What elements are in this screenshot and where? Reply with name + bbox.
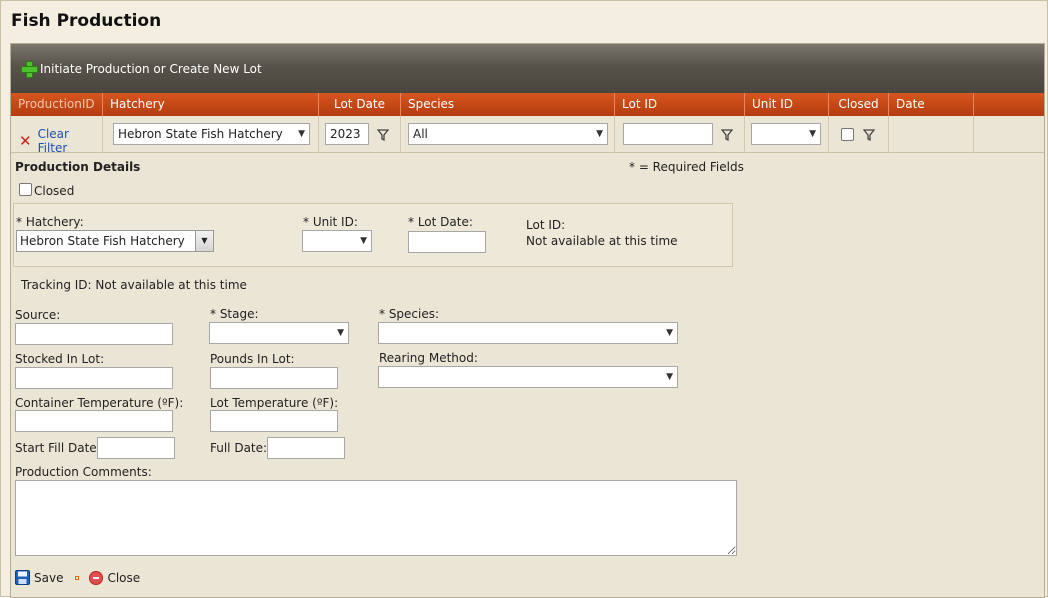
stage-label: * Stage: bbox=[210, 307, 259, 321]
unit-id-select[interactable]: ▼ bbox=[302, 230, 372, 252]
closed-label: Closed bbox=[34, 184, 75, 198]
column-header-hatchery[interactable]: Hatchery bbox=[103, 93, 319, 116]
filter-funnel-icon[interactable] bbox=[721, 129, 733, 141]
lot-id-filter-input[interactable] bbox=[623, 123, 713, 145]
plus-icon bbox=[21, 61, 38, 78]
column-header-species[interactable]: Species bbox=[401, 93, 615, 116]
separator-icon bbox=[75, 575, 80, 580]
column-header-row: ProductionID Hatchery Lot Date Species L… bbox=[11, 93, 1044, 134]
species-select[interactable]: ▼ bbox=[378, 322, 678, 344]
source-input[interactable] bbox=[15, 323, 173, 345]
initiate-production-label: Initiate Production or Create New Lot bbox=[40, 61, 262, 76]
column-header-date-created[interactable]: Date Created bbox=[889, 93, 974, 134]
required-fields-note: * = Required Fields bbox=[629, 160, 744, 174]
details-key-box: * Hatchery: Hebron State Fish Hatchery ▼… bbox=[13, 203, 733, 267]
column-header-lot-date[interactable]: Lot Date bbox=[319, 93, 401, 116]
filter-row: ✕ Clear Filter Hebron State Fish Hatcher… bbox=[11, 116, 1044, 155]
column-header-closed[interactable]: Closed bbox=[829, 93, 889, 116]
stocked-in-lot-label: Stocked In Lot: bbox=[15, 352, 105, 366]
container-temperature-label: Container Temperature (ºF): bbox=[15, 396, 184, 410]
stage-select[interactable]: ▼ bbox=[209, 322, 349, 344]
close-x-icon: ✕ bbox=[19, 132, 32, 150]
chevron-down-icon: ▼ bbox=[809, 129, 816, 139]
production-grid: Initiate Production or Create New Lot Pr… bbox=[10, 43, 1045, 598]
unit-id-label: * Unit ID: bbox=[303, 215, 358, 229]
species-filter-value: All bbox=[413, 127, 428, 141]
chevron-down-icon[interactable]: ▼ bbox=[195, 231, 213, 251]
start-fill-date-label: Start Fill Date: bbox=[15, 441, 101, 455]
filter-cell-hatchery: Hebron State Fish Hatchery ▼ bbox=[103, 116, 319, 153]
hatchery-select[interactable]: Hebron State Fish Hatchery ▼ bbox=[16, 230, 214, 252]
lot-date-input[interactable] bbox=[408, 231, 486, 253]
page-title: Fish Production bbox=[11, 11, 162, 31]
tracking-id: Tracking ID: Not available at this time bbox=[21, 278, 247, 292]
rearing-method-select[interactable]: ▼ bbox=[378, 366, 678, 388]
filter-cell-lot-id bbox=[615, 116, 745, 153]
form-actions: Save Close bbox=[15, 570, 140, 585]
production-comments-label: Production Comments: bbox=[15, 465, 152, 479]
hatchery-select-value: Hebron State Fish Hatchery bbox=[20, 234, 185, 248]
save-label: Save bbox=[34, 570, 64, 585]
hatchery-filter-value: Hebron State Fish Hatchery bbox=[118, 127, 283, 141]
unit-id-filter-select[interactable]: ▼ bbox=[751, 123, 821, 145]
start-fill-date-input[interactable] bbox=[97, 437, 175, 459]
pounds-in-lot-input[interactable] bbox=[210, 367, 338, 389]
rearing-method-label: Rearing Method: bbox=[379, 351, 478, 365]
production-comments-textarea[interactable] bbox=[15, 480, 737, 556]
closed-filter-checkbox[interactable] bbox=[841, 128, 854, 141]
production-details-title: Production Details bbox=[15, 160, 141, 174]
clear-filter-button[interactable]: ✕ Clear Filter bbox=[19, 127, 102, 155]
initiate-production-button[interactable]: Initiate Production or Create New Lot bbox=[21, 61, 262, 78]
hatchery-filter-select[interactable]: Hebron State Fish Hatchery ▼ bbox=[113, 123, 310, 145]
chevron-down-icon: ▼ bbox=[360, 236, 367, 246]
filter-cell-productionid: ✕ Clear Filter bbox=[11, 116, 103, 155]
lot-temperature-label: Lot Temperature (ºF): bbox=[210, 396, 339, 410]
full-date-input[interactable] bbox=[267, 437, 345, 459]
chevron-down-icon: ▼ bbox=[596, 129, 603, 139]
chevron-down-icon: ▼ bbox=[298, 129, 305, 139]
lot-id-label: Lot ID: bbox=[526, 218, 566, 232]
lot-date-filter-input[interactable]: 2023 bbox=[325, 123, 369, 145]
hatchery-label: * Hatchery: bbox=[16, 215, 84, 229]
save-button[interactable]: Save bbox=[15, 570, 63, 585]
lot-temperature-input[interactable] bbox=[210, 410, 338, 432]
clear-filter-label: Clear Filter bbox=[37, 127, 69, 155]
filter-cell-closed bbox=[829, 116, 889, 153]
chevron-down-icon: ▼ bbox=[337, 328, 344, 338]
species-filter-select[interactable]: All ▼ bbox=[408, 123, 608, 145]
grid-toolbar: Initiate Production or Create New Lot bbox=[11, 44, 1044, 93]
filter-cell-date-created bbox=[889, 116, 974, 153]
container-temperature-input[interactable] bbox=[15, 410, 173, 432]
full-date-label: Full Date: bbox=[210, 441, 268, 455]
save-icon bbox=[15, 570, 30, 585]
close-circle-icon bbox=[89, 570, 104, 585]
filter-cell-unit-id: ▼ bbox=[745, 116, 829, 153]
lot-date-label: * Lot Date: bbox=[408, 215, 473, 229]
chevron-down-icon: ▼ bbox=[666, 372, 673, 382]
pounds-in-lot-label: Pounds In Lot: bbox=[210, 352, 295, 366]
species-label: * Species: bbox=[379, 307, 440, 321]
filter-funnel-icon[interactable] bbox=[863, 129, 875, 141]
filter-cell-species: All ▼ bbox=[401, 116, 615, 153]
column-header-productionid[interactable]: ProductionID bbox=[11, 93, 103, 116]
page: Fish Production Initiate Production or C… bbox=[0, 0, 1048, 598]
close-label: Close bbox=[107, 570, 141, 585]
closed-checkbox[interactable] bbox=[19, 183, 32, 196]
lot-id-value: Not available at this time bbox=[526, 234, 678, 248]
column-header-unit-id[interactable]: Unit ID bbox=[745, 93, 829, 116]
filter-funnel-icon[interactable] bbox=[377, 129, 389, 141]
close-button[interactable]: Close bbox=[89, 570, 141, 585]
source-label: Source: bbox=[15, 308, 61, 322]
column-header-lot-id[interactable]: Lot ID bbox=[615, 93, 745, 116]
stocked-in-lot-input[interactable] bbox=[15, 367, 173, 389]
chevron-down-icon: ▼ bbox=[666, 328, 673, 338]
filter-cell-lot-date: 2023 bbox=[319, 116, 401, 153]
